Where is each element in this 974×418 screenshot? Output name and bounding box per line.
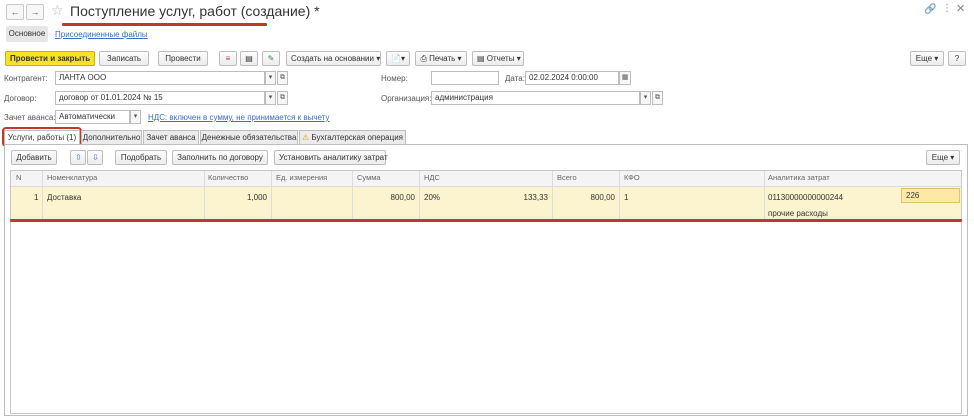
title-underline-annotation <box>62 23 267 26</box>
create-based-on-button[interactable]: Создать на основании ▾ <box>286 51 381 66</box>
col-separator <box>352 171 353 219</box>
contract-open-icon[interactable]: ⧉ <box>277 91 288 105</box>
forward-button[interactable]: → <box>26 4 44 20</box>
calendar-icon[interactable]: ▦ <box>619 71 631 85</box>
tab-accounting-operation[interactable]: ⚠ Бухгалтерская операция <box>299 130 406 144</box>
create-based-on-label: Создать на основании <box>291 54 374 63</box>
cell-total[interactable]: 800,00 <box>556 192 615 204</box>
reports-button[interactable]: ▤ Отчеты ▾ <box>472 51 524 66</box>
col-separator <box>419 171 420 219</box>
cell-quantity[interactable]: 1,000 <box>208 192 267 204</box>
move-up-icon[interactable]: ⇧ <box>70 150 86 165</box>
move-down-icon[interactable]: ⇩ <box>87 150 103 165</box>
more-options-icon[interactable]: ⋮ <box>942 3 952 14</box>
help-button[interactable]: ? <box>948 51 966 66</box>
tab-advance-offset[interactable]: Зачет аванса <box>143 130 199 144</box>
cell-vat-rate[interactable]: 20% <box>424 192 440 204</box>
cell-sum[interactable]: 800,00 <box>356 192 415 204</box>
col-n: N <box>16 173 22 182</box>
contract-field[interactable]: договор от 01.01.2024 № 15 <box>55 91 265 105</box>
advance-dropdown-icon[interactable]: ▾ <box>130 110 141 124</box>
tab-main[interactable]: Основное <box>6 26 48 42</box>
contract-dropdown-icon[interactable]: ▾ <box>265 91 276 105</box>
counterparty-field[interactable]: ЛАНТА ООО <box>55 71 265 85</box>
counterparty-dropdown-icon[interactable]: ▾ <box>265 71 276 85</box>
cell-item[interactable]: Доставка <box>47 192 81 204</box>
advance-field[interactable]: Автоматически <box>55 110 130 124</box>
col-separator <box>271 171 272 219</box>
chevron-down-icon: ▾ <box>376 54 381 63</box>
counterparty-open-icon[interactable]: ⧉ <box>277 71 288 85</box>
advance-label: Зачет аванса: <box>4 113 56 122</box>
analytics-value-cell[interactable]: 226 <box>901 188 960 203</box>
accounting-operation-label: Бухгалтерская операция <box>311 133 403 142</box>
vat-link[interactable]: НДС: включен в сумму, не принимается к в… <box>148 113 329 122</box>
report-icon: ▤ <box>477 54 485 63</box>
col-nomenclature: Номенклатура <box>47 173 98 182</box>
add-row-button[interactable]: Добавить <box>11 150 57 165</box>
contract-label: Договор: <box>4 94 37 103</box>
printer-icon: ⎙ <box>420 54 427 63</box>
chevron-down-icon: ▾ <box>516 54 521 63</box>
more-label: Еще <box>915 54 933 63</box>
date-label: Дата: <box>505 74 525 83</box>
reports-label: Отчеты <box>486 54 515 63</box>
organization-dropdown-icon[interactable]: ▾ <box>640 91 651 105</box>
post-and-close-button[interactable]: Провести и закрыть <box>5 51 95 66</box>
number-field[interactable] <box>431 71 499 85</box>
tab-additional[interactable]: Дополнительно <box>81 130 142 144</box>
link-icon[interactable]: 🔗 <box>924 4 936 15</box>
warning-icon: ⚠ <box>301 133 310 142</box>
print-button[interactable]: ⎙ Печать ▾ <box>415 51 467 66</box>
row-underline-annotation <box>10 219 962 222</box>
tab-monetary-obligations[interactable]: Денежные обязательства <box>200 130 298 144</box>
favorite-star-icon[interactable]: ☆ <box>51 2 64 19</box>
number-label: Номер: <box>381 74 408 83</box>
tab-attached-files[interactable]: Присоединенные файлы <box>55 30 148 39</box>
page-title: Поступление услуг, работ (создание) * <box>70 3 320 19</box>
add-doc-icon[interactable]: 📄▾ <box>386 51 410 66</box>
cell-n: 1 <box>34 193 39 202</box>
chevron-down-icon: ▾ <box>950 153 955 162</box>
col-separator <box>619 171 620 219</box>
chevron-down-icon: ▾ <box>457 54 462 63</box>
col-separator <box>764 171 765 219</box>
grid-more-button[interactable]: Еще ▾ <box>926 150 960 165</box>
analytics-value-text: 226 <box>906 191 920 200</box>
col-separator <box>42 171 43 219</box>
chevron-down-icon: ▾ <box>934 54 939 63</box>
grid-more-label: Еще <box>931 153 949 162</box>
cell-kfo[interactable]: 1 <box>624 192 628 204</box>
col-total: Всего <box>557 173 577 182</box>
col-quantity: Количество <box>208 173 249 182</box>
close-icon[interactable]: ✕ <box>956 2 965 15</box>
counterparty-label: Контрагент: <box>4 74 48 83</box>
col-unit: Ед. измерения <box>276 173 328 182</box>
edit-green-icon[interactable]: ✎ <box>262 51 280 66</box>
cell-vat-sum[interactable]: 133,33 <box>480 192 548 204</box>
col-kfo: КФО <box>624 173 640 182</box>
set-analytics-button[interactable]: Установить аналитику затрат <box>274 150 388 165</box>
col-separator <box>552 171 553 219</box>
post-button[interactable]: Провести <box>158 51 208 66</box>
col-sum: Сумма <box>357 173 381 182</box>
dt-kt-icon[interactable]: ≡ <box>219 51 237 66</box>
pick-button[interactable]: Подобрать <box>115 150 167 165</box>
save-button[interactable]: Записать <box>99 51 149 66</box>
organization-label: Организация: <box>381 94 432 103</box>
organization-open-icon[interactable]: ⧉ <box>652 91 663 105</box>
print-label: Печать <box>429 54 456 63</box>
col-vat: НДС <box>424 173 440 182</box>
date-field[interactable]: 02.02.2024 0:00:00 <box>525 71 619 85</box>
fill-by-contract-button[interactable]: Заполнить по договору <box>172 150 268 165</box>
col-separator <box>204 171 205 219</box>
document-list-icon[interactable]: ▤ <box>240 51 258 66</box>
col-analytics: Аналитика затрат <box>768 173 830 182</box>
cell-analytics-code[interactable]: 01130000000000244 <box>768 192 843 204</box>
organization-field[interactable]: администрация <box>431 91 640 105</box>
back-button[interactable]: ← <box>6 4 24 20</box>
more-button[interactable]: Еще ▾ <box>910 51 944 66</box>
